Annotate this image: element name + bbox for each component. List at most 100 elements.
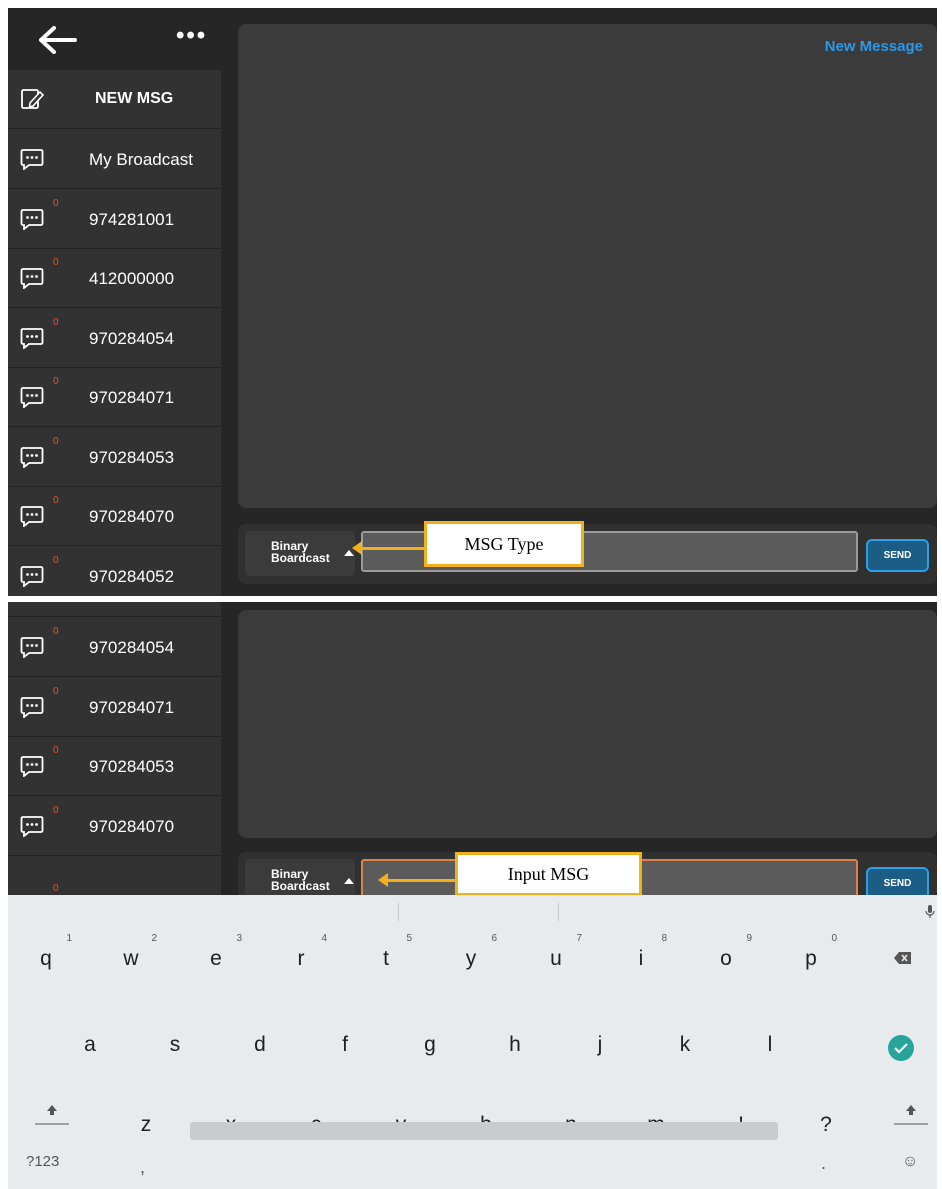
chat-icon	[20, 815, 44, 837]
chat-icon	[20, 756, 44, 777]
key-number-hint: 1	[66, 933, 72, 944]
message-area: New Message	[238, 24, 937, 508]
list-item[interactable]: 0 970284070	[8, 487, 221, 546]
symbols-key[interactable]: ?123	[26, 1153, 59, 1170]
microphone-icon[interactable]	[925, 905, 935, 919]
key-i[interactable]: i8	[611, 933, 671, 971]
unread-badge: 0	[53, 376, 59, 387]
unread-badge: 0	[53, 257, 59, 268]
key-label: o	[720, 947, 732, 970]
list-item-label: 974281001	[89, 209, 175, 229]
unread-badge: 0	[53, 745, 59, 756]
caret-up-icon	[344, 878, 354, 884]
list-item[interactable]: 0 970284071	[8, 678, 221, 737]
list-item[interactable]: 0 970284053	[8, 737, 221, 796]
backspace-icon[interactable]	[894, 951, 912, 965]
key-number-hint: 2	[151, 933, 157, 944]
key-label: r	[297, 947, 305, 970]
key-h[interactable]: h	[485, 1033, 545, 1057]
key-p[interactable]: p0	[781, 933, 841, 971]
msg-type-line2: Boardcast	[271, 879, 330, 893]
list-item-label: My Broadcast	[89, 150, 193, 169]
chat-icon	[20, 327, 44, 349]
key-o[interactable]: o9	[696, 933, 756, 971]
key-label: e	[210, 947, 222, 970]
list-item[interactable]: 0 970284052	[8, 547, 221, 597]
key-number-hint: 4	[321, 933, 327, 944]
list-item[interactable]: 0 970284054	[8, 618, 221, 677]
list-item-label: 970284054	[89, 328, 175, 348]
key-s[interactable]: s	[145, 1033, 205, 1057]
list-item[interactable]: 412000000	[8, 602, 221, 617]
key-number-hint: 3	[236, 933, 242, 944]
key-r[interactable]: r4	[271, 933, 331, 971]
done-check-icon[interactable]	[888, 1035, 914, 1061]
unread-badge: 0	[53, 316, 59, 328]
key-question[interactable]: ?	[796, 1113, 856, 1137]
key-number-hint: 7	[576, 933, 582, 944]
list-item-label: 970284070	[89, 507, 175, 526]
key-label: t	[383, 947, 389, 970]
list-item[interactable]: 0 970284071	[8, 368, 221, 427]
key-w[interactable]: w2	[101, 933, 161, 971]
key-l[interactable]: l	[740, 1033, 800, 1057]
key-number-hint: 5	[406, 933, 412, 944]
list-item[interactable]: 0 970284053	[8, 428, 221, 487]
key-j[interactable]: j	[570, 1033, 630, 1057]
chat-icon	[20, 637, 44, 658]
composer-bar: Binary Boardcast SEND	[238, 524, 937, 584]
shift-left-icon[interactable]	[35, 1103, 69, 1125]
list-item[interactable]: My Broadcast	[8, 130, 221, 189]
key-e[interactable]: e3	[186, 933, 246, 971]
list-item[interactable]: 0 970284070	[8, 797, 221, 856]
list-item-label: 970284054	[89, 638, 175, 657]
key-z[interactable]: z	[116, 1113, 176, 1137]
key-k[interactable]: k	[655, 1033, 715, 1057]
key-y[interactable]: y6	[441, 933, 501, 971]
list-item-label: 970284070	[89, 816, 175, 836]
input-msg-callout: Input MSG	[455, 852, 642, 896]
key-a[interactable]: a	[60, 1033, 120, 1057]
shift-right-icon[interactable]	[894, 1103, 928, 1125]
key-number-hint: 8	[661, 933, 667, 944]
key-number-hint: 0	[831, 933, 837, 944]
key-t[interactable]: t5	[356, 933, 416, 971]
conversation-sidebar: ••• NEW MSG My Broadcast 0 974281001 0 41200…	[8, 8, 221, 596]
back-arrow-icon[interactable]	[38, 26, 78, 54]
list-item[interactable]: 0 412000000	[8, 249, 221, 308]
unread-badge: 0	[53, 495, 59, 506]
new-msg-button[interactable]: NEW MSG	[8, 70, 221, 129]
unread-badge: 0	[53, 883, 59, 894]
list-item[interactable]: 0 970284054	[8, 309, 221, 368]
chat-icon	[20, 149, 44, 170]
comma-key[interactable]: ,	[140, 1157, 145, 1178]
key-d[interactable]: d	[230, 1033, 290, 1057]
conversation-sidebar: 412000000 0 970284054 0 970284071 0 970284053…	[8, 602, 221, 926]
list-item[interactable]: 0 974281001	[8, 190, 221, 249]
key-label: w	[123, 947, 139, 970]
space-bar[interactable]	[190, 1122, 778, 1140]
list-item-label: 970284071	[89, 388, 175, 407]
key-number-hint: 9	[746, 933, 752, 944]
key-u[interactable]: u7	[526, 933, 586, 971]
chat-icon	[20, 506, 44, 527]
msg-type-line2: Boardcast	[271, 551, 330, 565]
chat-icon	[20, 208, 44, 230]
unread-badge: 0	[53, 685, 59, 697]
key-g[interactable]: g	[400, 1033, 460, 1057]
on-screen-keyboard: q1w2e3r4t5y6u7i8o9p0 asdfghjkl zxcvbnm!?…	[8, 895, 937, 1189]
period-key[interactable]: .	[821, 1153, 826, 1174]
msg-type-selector[interactable]: Binary Boardcast	[245, 531, 355, 576]
more-options-icon[interactable]: •••	[176, 24, 207, 48]
key-f[interactable]: f	[315, 1033, 375, 1057]
emoji-icon[interactable]: ☺	[902, 1153, 918, 1171]
key-label: q	[40, 947, 52, 970]
send-button[interactable]: SEND	[866, 539, 929, 572]
list-item-label: 412000000	[89, 269, 175, 288]
key-label: y	[465, 947, 477, 970]
list-item-label: 970284071	[89, 697, 175, 717]
unread-badge: 0	[53, 197, 59, 209]
message-area	[238, 610, 937, 838]
new-message-link[interactable]: New Message	[825, 38, 923, 55]
key-q[interactable]: q1	[16, 933, 76, 971]
